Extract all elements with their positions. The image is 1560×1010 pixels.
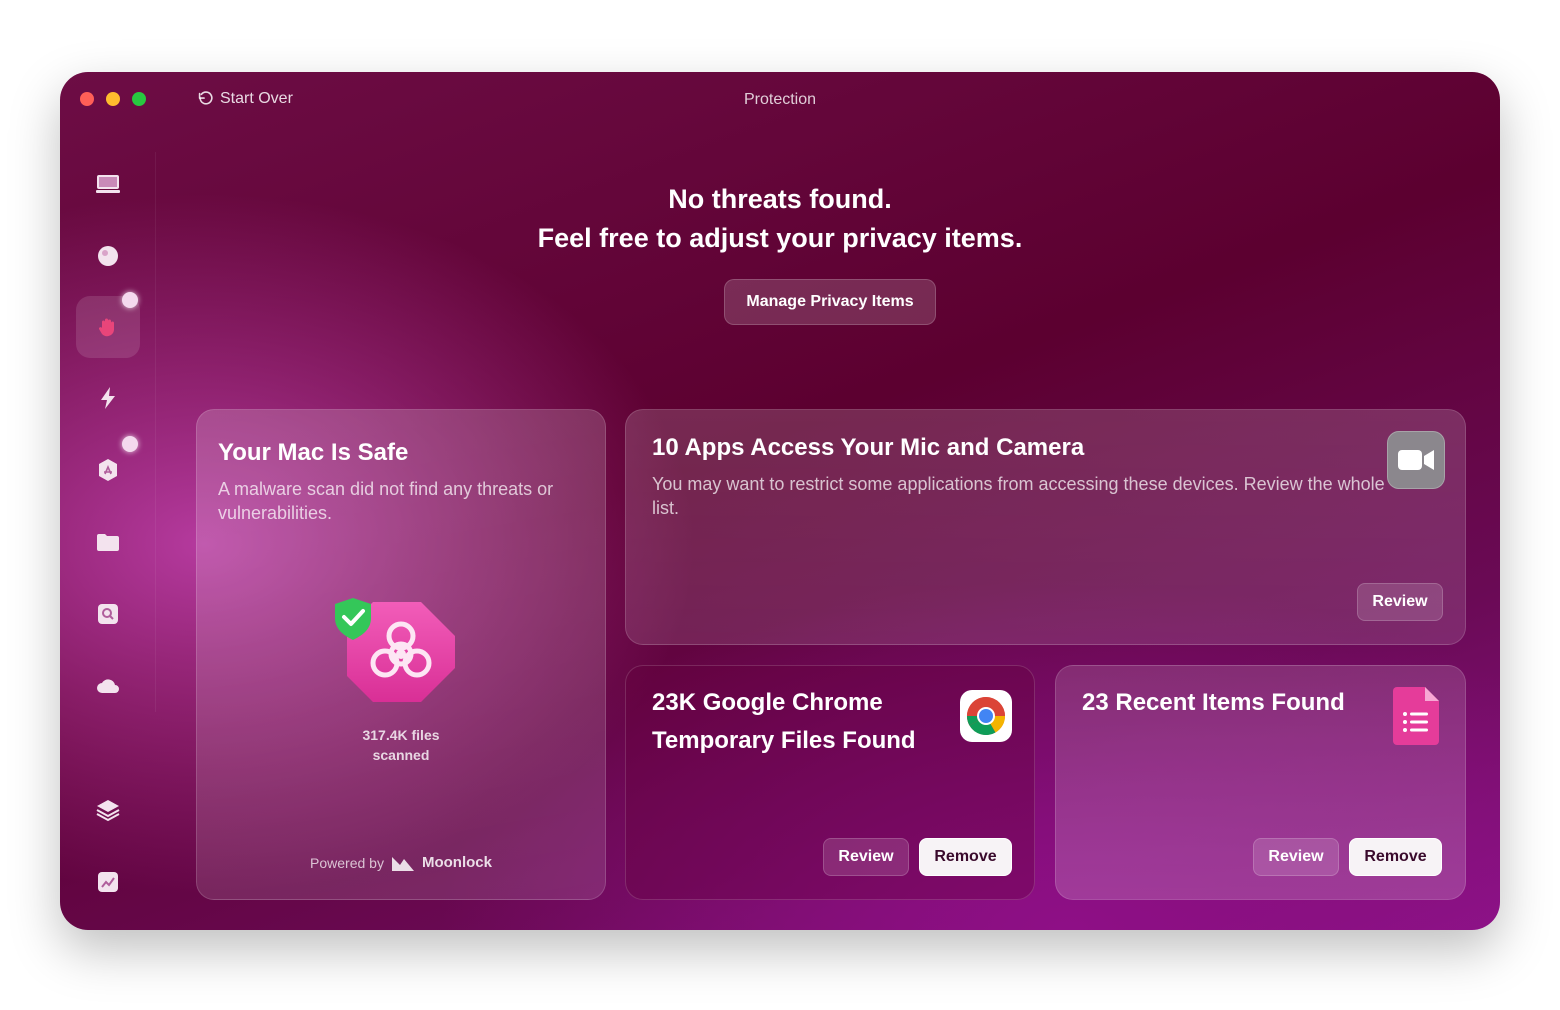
sidebar [76, 154, 140, 914]
app-window: Start Over Protection No threats found. … [60, 72, 1500, 930]
headline-line-1: No threats found. [668, 184, 892, 214]
sidebar-item-space-lens[interactable] [76, 584, 140, 644]
headline-line-2: Feel free to adjust your privacy items. [537, 223, 1023, 253]
card-description: You may want to restrict some applicatio… [652, 474, 1385, 518]
notification-dot [122, 292, 138, 308]
sidebar-item-protection[interactable] [76, 292, 140, 358]
mic-camera-card: 10 Apps Access Your Mic and Camera You m… [625, 409, 1466, 645]
hand-icon [98, 318, 114, 337]
files-scanned-count: 317.4K files scanned [197, 725, 605, 765]
files-scanned-value: 317.4K files [362, 727, 440, 743]
review-button[interactable]: Review [823, 838, 909, 876]
chrome-icon [960, 690, 1012, 742]
chart-icon [98, 872, 118, 892]
card-title-line-2: Temporary Files Found [652, 727, 916, 754]
brand-name: Moonlock [421, 854, 492, 871]
biohazard-shield-icon [335, 598, 455, 702]
manage-privacy-items-button[interactable]: Manage Privacy Items [724, 279, 936, 325]
video-camera-icon [1387, 431, 1445, 489]
remove-button[interactable]: Remove [919, 838, 1012, 876]
folder-icon [97, 534, 119, 551]
recent-items-card: 23 Recent Items Found Review Remove [1055, 665, 1466, 900]
sidebar-item-speed[interactable] [76, 368, 140, 428]
app-store-icon [99, 459, 117, 481]
sidebar-item-my-clutter[interactable] [76, 512, 140, 572]
powered-by-label: Powered by [310, 854, 384, 871]
sidebar-item-applications[interactable] [76, 436, 140, 500]
layers-icon [96, 800, 120, 822]
powered-by: Powered by Moonlock [197, 854, 605, 871]
mac-safe-card: Your Mac Is Safe A malware scan did not … [196, 409, 606, 900]
remove-button[interactable]: Remove [1349, 838, 1442, 876]
review-button[interactable]: Review [1357, 583, 1443, 621]
window-title: Protection [743, 91, 817, 108]
card-title: 10 Apps Access Your Mic and Camera [652, 434, 1085, 461]
sidebar-item-performance[interactable] [76, 852, 140, 912]
sidebar-item-cloud-cleanup[interactable] [76, 656, 140, 716]
card-title: 23 Recent Items Found [1082, 689, 1345, 716]
card-title: 23K Google Chrome Temporary Files Found [652, 684, 916, 760]
bolt-icon [101, 387, 115, 409]
status-headline: No threats found. Feel free to adjust yo… [60, 180, 1500, 258]
document-list-icon [1393, 687, 1439, 745]
moonlock-logo-icon [391, 856, 414, 871]
card-title-line-1: 23K Google Chrome [652, 689, 883, 716]
notification-dot [122, 436, 138, 452]
disk-search-icon [98, 604, 118, 624]
review-button[interactable]: Review [1253, 838, 1339, 876]
card-title: Your Mac Is Safe [218, 439, 409, 466]
cloud-icon [97, 679, 119, 693]
sidebar-item-assistant[interactable] [76, 780, 140, 840]
card-description: A malware scan did not find any threats … [218, 479, 554, 523]
files-scanned-label: scanned [372, 747, 430, 763]
chrome-temp-files-card: 23K Google Chrome Temporary Files Found … [625, 665, 1035, 900]
